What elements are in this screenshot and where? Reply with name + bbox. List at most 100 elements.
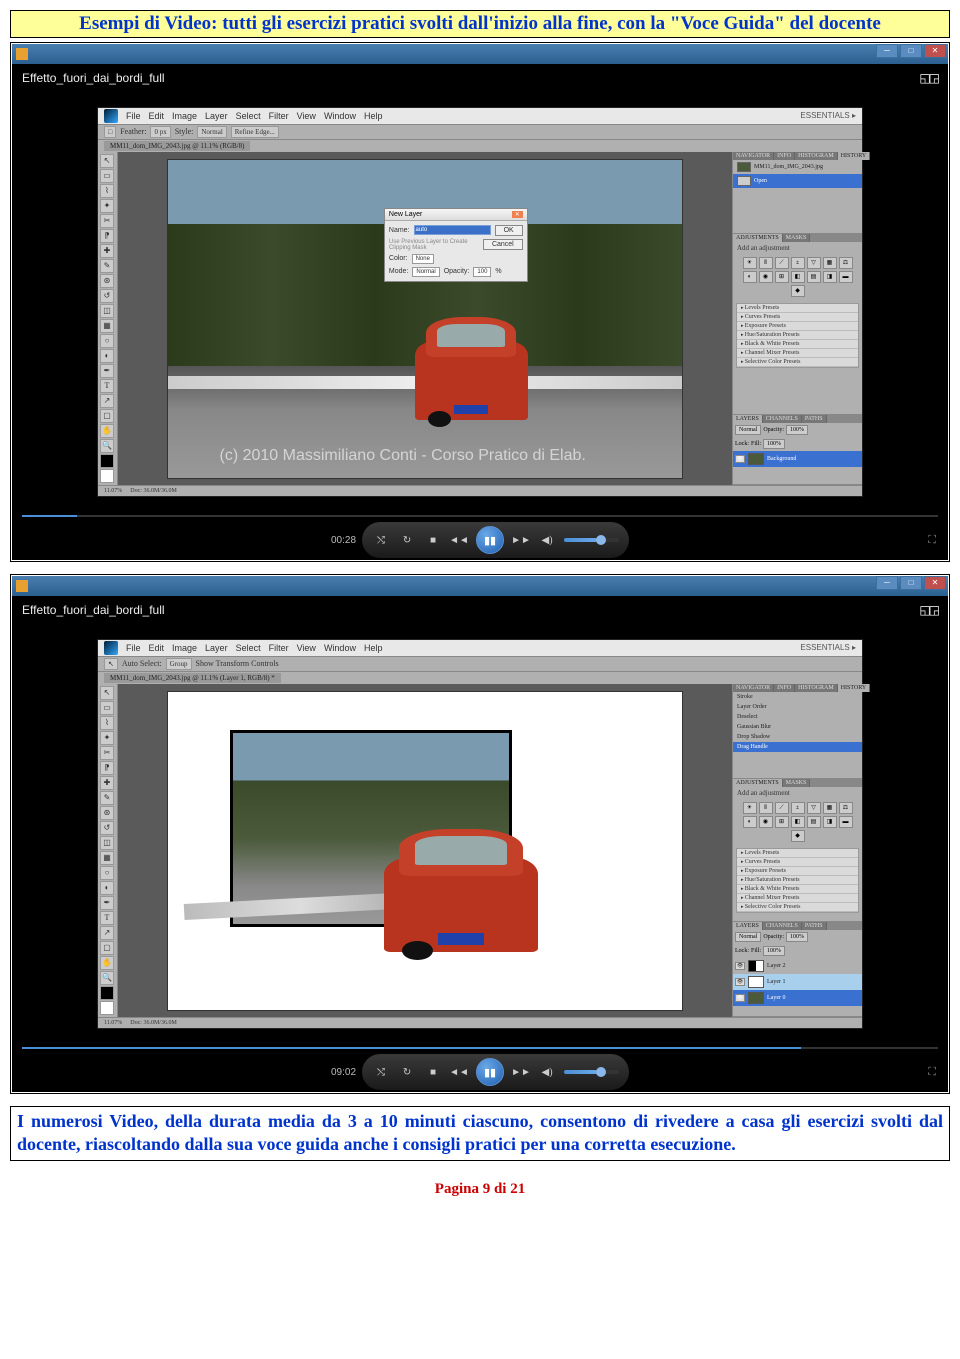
balance-icon[interactable]: ⚖ (839, 257, 853, 269)
canvas-area[interactable] (118, 684, 732, 1017)
tab-adjustments[interactable]: ADJUSTMENTS (733, 779, 783, 787)
zoom-tool-icon[interactable]: 🔍 (100, 971, 114, 985)
heal-tool-icon[interactable]: ✚ (100, 244, 114, 258)
close-button[interactable]: ✕ (924, 576, 946, 590)
photo-filter-icon[interactable]: ◉ (759, 271, 773, 283)
curves-icon[interactable]: ⟋ (775, 257, 789, 269)
path-tool-icon[interactable]: ↗ (100, 394, 114, 408)
preset-item[interactable]: Selective Color Presets (737, 903, 858, 912)
threshold-icon[interactable]: ◨ (823, 271, 837, 283)
preset-item[interactable]: Black & White Presets (737, 885, 858, 894)
lasso-tool-icon[interactable]: ⌇ (100, 716, 114, 730)
opacity-value[interactable]: 100% (786, 932, 808, 942)
menu-help[interactable]: Help (364, 111, 383, 121)
menu-file[interactable]: File (126, 111, 141, 121)
tab-masks[interactable]: MASKS (783, 234, 811, 242)
stop-button[interactable]: ■ (424, 531, 442, 549)
vibrance-icon[interactable]: ▽ (807, 802, 821, 814)
visibility-icon[interactable]: 👁 (735, 978, 745, 986)
menu-select[interactable]: Select (236, 643, 261, 653)
menu-window[interactable]: Window (324, 643, 356, 653)
layer-row[interactable]: 👁 Background (733, 451, 862, 467)
tab-info[interactable]: INFO (774, 684, 795, 692)
blur-tool-icon[interactable]: ○ (100, 334, 114, 348)
preset-item[interactable]: Curves Presets (737, 313, 858, 322)
selective-icon[interactable]: ◆ (791, 830, 805, 842)
path-tool-icon[interactable]: ↗ (100, 926, 114, 940)
brush-tool-icon[interactable]: ✎ (100, 791, 114, 805)
ok-button[interactable]: OK (495, 225, 523, 236)
menu-file[interactable]: File (126, 643, 141, 653)
marquee-tool-icon[interactable]: ▭ (100, 701, 114, 715)
background-color[interactable] (100, 469, 114, 483)
volume-slider[interactable] (564, 538, 619, 542)
threshold-icon[interactable]: ◨ (823, 816, 837, 828)
menu-edit[interactable]: Edit (149, 643, 165, 653)
mode-select[interactable]: Normal (412, 267, 439, 277)
gradient-tool-icon[interactable]: ▦ (100, 319, 114, 333)
brush-tool-icon[interactable]: ✎ (100, 259, 114, 273)
menu-image[interactable]: Image (172, 111, 197, 121)
brightness-icon[interactable]: ☀ (743, 257, 757, 269)
crop-tool-icon[interactable]: ✂ (100, 746, 114, 760)
crop-tool-icon[interactable]: ✂ (100, 214, 114, 228)
move-tool-icon[interactable]: ↖ (100, 154, 114, 168)
tab-navigator[interactable]: NAVIGATOR (733, 684, 774, 692)
visibility-icon[interactable]: 👁 (735, 994, 745, 1002)
exposure-icon[interactable]: ± (791, 802, 805, 814)
mixer-icon[interactable]: ⊞ (775, 271, 789, 283)
tab-history[interactable]: HISTORY (838, 684, 871, 692)
wand-tool-icon[interactable]: ✦ (100, 731, 114, 745)
layer-row[interactable]: 👁 Layer 0 (733, 990, 862, 1006)
eraser-tool-icon[interactable]: ◫ (100, 304, 114, 318)
type-tool-icon[interactable]: T (100, 379, 114, 393)
foreground-color[interactable] (100, 454, 114, 468)
stamp-tool-icon[interactable]: ⊛ (100, 806, 114, 820)
shuffle-button[interactable]: ⤭ (372, 531, 390, 549)
move-tool-icon[interactable]: ↖ (104, 658, 118, 670)
clip-checkbox-label[interactable]: Use Previous Layer to Create Clipping Ma… (389, 239, 479, 251)
eraser-tool-icon[interactable]: ◫ (100, 836, 114, 850)
expand-icon[interactable]: ◱◲ (919, 71, 938, 85)
history-item[interactable]: Drag Handle (733, 742, 862, 752)
workspace-selector[interactable]: ESSENTIALS ▸ (800, 111, 856, 120)
posterize-icon[interactable]: ▤ (807, 271, 821, 283)
preset-item[interactable]: Channel Mixer Presets (737, 894, 858, 903)
cancel-button[interactable]: Cancel (483, 239, 523, 250)
history-item[interactable]: Open (733, 174, 862, 188)
tab-layers[interactable]: LAYERS (733, 922, 763, 930)
visibility-icon[interactable]: 👁 (735, 962, 745, 970)
tab-layers[interactable]: LAYERS (733, 415, 763, 423)
maximize-button[interactable]: □ (900, 44, 922, 58)
preset-item[interactable]: Black & White Presets (737, 340, 858, 349)
zoom-tool-icon[interactable]: 🔍 (100, 439, 114, 453)
next-button[interactable]: ►► (512, 1063, 530, 1081)
prev-button[interactable]: ◄◄ (450, 531, 468, 549)
history-item[interactable]: Stroke (733, 692, 862, 702)
show-transform-label[interactable]: Show Transform Controls (196, 659, 279, 668)
auto-select-value[interactable]: Group (166, 658, 192, 670)
mixer-icon[interactable]: ⊞ (775, 816, 789, 828)
history-item[interactable]: Drop Shadow (733, 732, 862, 742)
type-tool-icon[interactable]: T (100, 911, 114, 925)
dodge-tool-icon[interactable]: ◐ (100, 881, 114, 895)
menu-view[interactable]: View (297, 643, 316, 653)
menu-help[interactable]: Help (364, 643, 383, 653)
tab-info[interactable]: INFO (774, 152, 795, 160)
tab-histogram[interactable]: HISTOGRAM (795, 152, 838, 160)
gradient-map-icon[interactable]: ▬ (839, 816, 853, 828)
curves-icon[interactable]: ⟋ (775, 802, 789, 814)
next-button[interactable]: ►► (512, 531, 530, 549)
menu-layer[interactable]: Layer (205, 111, 228, 121)
brightness-icon[interactable]: ☀ (743, 802, 757, 814)
background-color[interactable] (100, 1001, 114, 1015)
hand-tool-icon[interactable]: ✋ (100, 956, 114, 970)
preset-item[interactable]: Hue/Saturation Presets (737, 876, 858, 885)
tab-channels[interactable]: CHANNELS (763, 415, 802, 423)
feather-value[interactable]: 0 px (150, 126, 170, 138)
seek-bar[interactable] (12, 1044, 948, 1052)
balance-icon[interactable]: ⚖ (839, 802, 853, 814)
tab-adjustments[interactable]: ADJUSTMENTS (733, 234, 783, 242)
shuffle-button[interactable]: ⤭ (372, 1063, 390, 1081)
play-pause-button[interactable]: ▮▮ (476, 526, 504, 554)
